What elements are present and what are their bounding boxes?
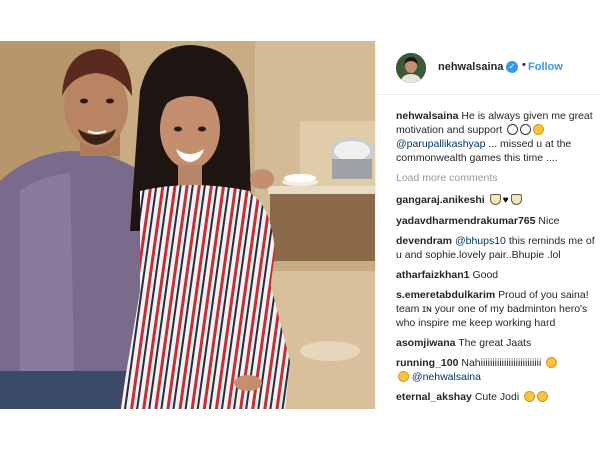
comment-item: running_100 Nahiiiiiiiiiiiiiiiiiiiiiiiii…: [396, 356, 600, 384]
comment-item: atharfaizkhan1 Good: [396, 268, 600, 282]
comment-text-line3: who inspire me keep working hard: [396, 317, 556, 329]
comment-item: yadavdharmendrakumar765 Nice: [396, 214, 600, 228]
crying-emoji-icon: [546, 357, 558, 368]
header-username[interactable]: nehwalsaina: [438, 61, 503, 73]
comment-username[interactable]: asomjiwana: [396, 337, 456, 349]
shuttlecock-emoji-icon: [489, 194, 501, 205]
avatar-image: [396, 53, 426, 83]
caption-line2: motivation and support: [396, 124, 503, 136]
comment-text: this reminds me of: [508, 235, 595, 247]
blush-emoji-icon: [537, 391, 549, 402]
photo-illustration: [0, 41, 375, 409]
comment-username[interactable]: running_100: [396, 357, 458, 369]
comment-item: devendram @bhups10 this reminds me of u …: [396, 234, 600, 262]
comment-text: Nice: [538, 215, 560, 227]
follow-button[interactable]: Follow: [528, 61, 563, 73]
comment-text: Cute Jodi: [474, 391, 520, 403]
post-header: nehwalsaina ✓ • Follow: [376, 41, 600, 95]
smile-emoji-icon: [507, 124, 519, 135]
blush-emoji-icon: [533, 124, 545, 135]
comment-text: Nahiiiiiiiiiiiiiiiiiiiiiiiiii: [461, 357, 542, 369]
avatar[interactable]: [396, 53, 426, 83]
comment-username[interactable]: devendram: [396, 235, 452, 247]
comment-username[interactable]: s.emeretabdulkarim: [396, 289, 495, 301]
blush-emoji-icon: [524, 391, 536, 402]
comment-username[interactable]: atharfaizkhan1: [396, 269, 470, 281]
caption-line3: ... missed u at the: [488, 138, 572, 150]
comment-mention[interactable]: @bhups10: [455, 235, 506, 247]
comment-list: nehwalsaina He is always given me great …: [396, 109, 600, 409]
comment-username[interactable]: eternal_akshay: [396, 391, 472, 403]
comment-text-line2: u and sophie.lovely pair..Bhupie .lol: [396, 249, 561, 261]
comment-username[interactable]: gangaraj.anikeshi: [396, 194, 485, 206]
caption-mention[interactable]: @parupallikashyap: [396, 138, 485, 150]
shuttlecock-emoji-icon: [510, 194, 522, 205]
post-photo[interactable]: [0, 41, 375, 409]
comment-text: Good: [472, 269, 499, 281]
comment-text: Proud of you saina!: [498, 289, 589, 301]
smile-emoji-icon: [520, 124, 532, 135]
caption-line1: He is always given me great: [461, 110, 593, 122]
comment-item: s.emeretabdulkarim Proud of you saina! t…: [396, 288, 600, 330]
heart-emoji-icon: ♥: [502, 195, 509, 206]
comment-item: asomjiwana The great Jaats: [396, 336, 600, 350]
comment-text-line2: team ɪɴ your one of my badminton hero's: [396, 303, 588, 315]
comment-item: eternal_akshay Cute Jodi: [396, 390, 600, 404]
load-more-comments-link[interactable]: Load more comments: [396, 171, 600, 185]
comment-item: gangaraj.anikeshi ♥: [396, 193, 600, 208]
comment-text: The great Jaats: [458, 337, 532, 349]
comment-username[interactable]: yadavdharmendrakumar765: [396, 215, 536, 227]
separator-dot: •: [522, 59, 526, 71]
caption-username[interactable]: nehwalsaina: [396, 110, 458, 122]
comments-panel: nehwalsaina ✓ • Follow nehwalsaina He is…: [375, 41, 600, 409]
comment-mention[interactable]: @nehwalsaina: [412, 371, 481, 383]
verified-badge-icon: ✓: [506, 61, 518, 73]
instagram-post: nehwalsaina ✓ • Follow nehwalsaina He is…: [0, 41, 600, 409]
caption-line4: commonwealth games this time ....: [396, 152, 558, 164]
caption: nehwalsaina He is always given me great …: [396, 109, 600, 165]
crying-emoji-icon: [398, 371, 409, 382]
